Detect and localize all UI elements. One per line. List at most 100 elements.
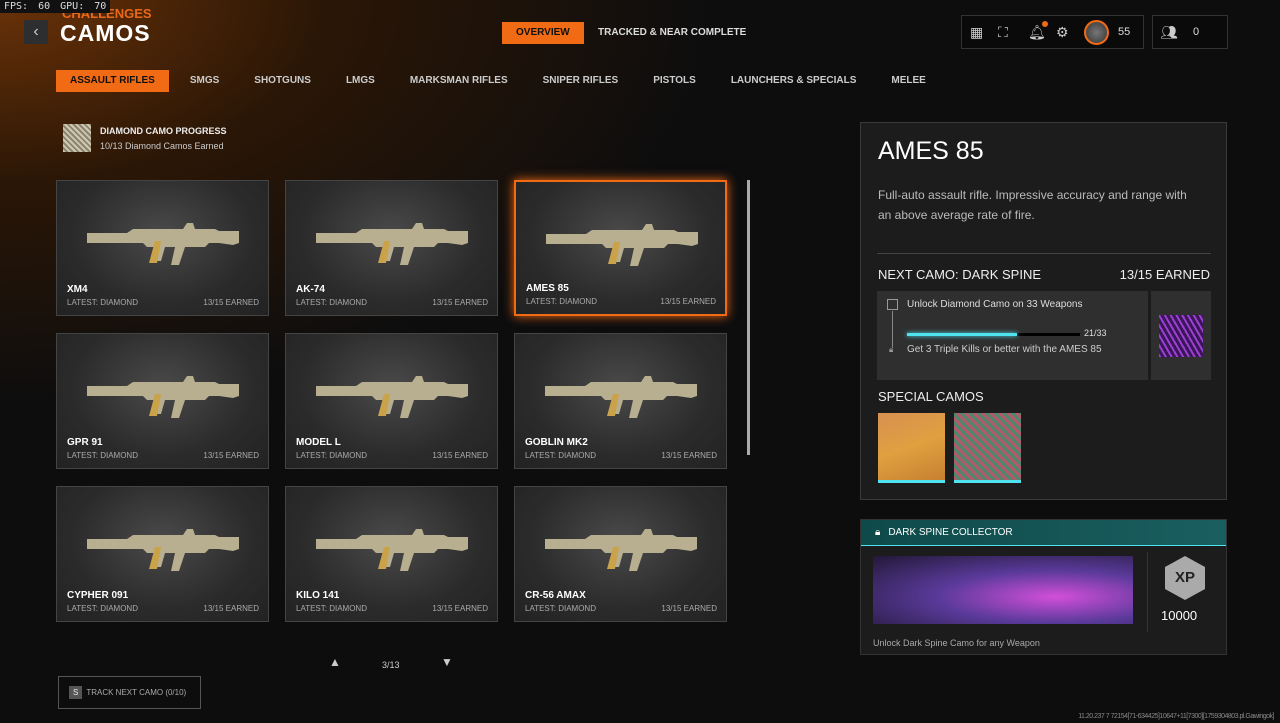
weapon-image [546,224,698,266]
weapon-card[interactable]: XM4 LATEST: DIAMOND 13/15 EARNED [56,180,269,316]
weapon-card-name: CR-56 AMAX [525,590,586,601]
track-label: TRACK NEXT CAMO (0/10) [86,688,187,697]
party-box[interactable]: 👥︎ 0 [1152,15,1228,49]
weapon-card-latest: LATEST: DIAMOND [67,604,138,613]
special-camo-1[interactable] [878,413,945,483]
progress-text: 21/33 [1084,328,1107,338]
weapon-card-name: AMES 85 [526,283,569,294]
category-tab[interactable]: SHOTGUNS [240,70,325,92]
weapon-card-earned: 13/15 EARNED [661,451,717,460]
key-hint: S [69,686,83,699]
weapon-card[interactable]: MODEL L LATEST: DIAMOND 13/15 EARNED [285,333,498,469]
weapon-card-earned: 13/15 EARNED [203,604,259,613]
scrollbar[interactable] [747,180,750,455]
party-icon: 👥︎ [1160,24,1178,40]
page-title: CAMOS [60,20,151,46]
track-next-camo-button[interactable]: S TRACK NEXT CAMO (0/10) [58,676,201,709]
lock-icon: 🔒︎ [875,527,881,538]
weapon-name: AMES 85 [878,137,984,165]
dark-spine-banner [873,556,1133,624]
notification-dot [1042,21,1048,27]
weapon-card-latest: LATEST: DIAMOND [296,451,367,460]
xp-reward: 10000 [1161,608,1198,623]
weapon-card-latest: LATEST: DIAMOND [296,298,367,307]
back-button[interactable]: ‹ [24,20,48,44]
page-indicator: 3/13 [382,660,400,670]
grid-icon[interactable]: ▦ [970,24,983,41]
weapon-card-latest: LATEST: DIAMOND [67,298,138,307]
challenge-box: 🔒︎ Unlock Diamond Camo on 33 Weapons 21/… [877,291,1148,380]
category-tab[interactable]: LAUNCHERS & SPECIALS [717,70,871,92]
tab-overview[interactable]: OVERVIEW [502,22,584,44]
special-camo-2[interactable] [954,413,1021,483]
weapon-card[interactable]: GPR 91 LATEST: DIAMOND 13/15 EARNED [56,333,269,469]
xp-icon: XP [1165,556,1205,600]
weapon-card[interactable]: CR-56 AMAX LATEST: DIAMOND 13/15 EARNED [514,486,727,622]
perf-overlay: FPS: 60 GPU: 70 [0,0,111,13]
weapon-card-latest: LATEST: DIAMOND [526,297,597,306]
weapon-card-earned: 13/15 EARNED [203,451,259,460]
next-challenge-text: Get 3 Triple Kills or better with the AM… [907,344,1102,355]
diamond-subtitle: 10/13 Diamond Camos Earned [100,141,224,151]
diamond-camo-swatch [63,124,91,152]
category-tab[interactable]: SNIPER RIFLES [529,70,633,92]
header-toolbar: ▦ ⛶ 🔔︎ ⚙ 55 [961,15,1144,49]
dark-spine-swatch [1159,315,1203,357]
weapon-card[interactable]: AMES 85 LATEST: DIAMOND 13/15 EARNED [514,180,727,316]
diamond-title: DIAMOND CAMO PROGRESS [100,126,227,136]
gpu-label: GPU: [60,1,85,12]
page-down-button[interactable]: ▼ [441,655,453,669]
category-tab[interactable]: LMGS [332,70,389,92]
gear-icon[interactable]: ⚙ [1056,24,1069,41]
special-camos-title: SPECIAL CAMOS [878,389,984,404]
lock-icon: 🔒︎ [889,345,894,354]
category-tab[interactable]: MELEE [877,70,939,92]
category-tab[interactable]: SMGS [176,70,233,92]
avatar[interactable] [1084,20,1109,45]
challenge-text: Unlock Diamond Camo on 33 Weapons [907,299,1083,310]
weapon-card-name: XM4 [67,284,88,295]
category-tab[interactable]: MARKSMAN RIFLES [396,70,522,92]
next-camo-earned: 13/15 EARNED [1119,267,1210,282]
party-count: 0 [1193,26,1200,38]
weapon-card-earned: 13/15 EARNED [432,604,488,613]
weapon-card-name: AK-74 [296,284,325,295]
map-icon[interactable]: ⛶ [998,24,1008,41]
fps-label: FPS: [4,1,29,12]
category-tab[interactable]: ASSAULT RIFLES [56,70,169,92]
weapon-card-earned: 13/15 EARNED [432,451,488,460]
weapon-card-latest: LATEST: DIAMOND [67,451,138,460]
connector [892,311,893,348]
weapon-image [87,529,239,571]
divider [877,253,1211,254]
weapon-image [545,376,697,418]
weapon-card-earned: 13/15 EARNED [432,298,488,307]
next-camo-title: NEXT CAMO: DARK SPINE [878,267,1042,282]
page-up-button[interactable]: ▲ [329,655,341,669]
tab-tracked[interactable]: TRACKED & NEAR COMPLETE [584,22,760,44]
weapon-card-earned: 13/15 EARNED [660,297,716,306]
weapon-description: Full-auto assault rifle. Impressive accu… [878,188,1187,222]
player-level: 55 [1118,26,1131,38]
progress-bar [907,333,1080,336]
weapon-card[interactable]: GOBLIN MK2 LATEST: DIAMOND 13/15 EARNED [514,333,727,469]
weapon-card-earned: 13/15 EARNED [661,604,717,613]
collector-description: Unlock Dark Spine Camo for any Weapon [873,638,1040,648]
weapon-card-latest: LATEST: DIAMOND [525,451,596,460]
weapon-card-name: CYPHER 091 [67,590,129,601]
weapon-card-name: GOBLIN MK2 [525,437,588,448]
weapon-card[interactable]: AK-74 LATEST: DIAMOND 13/15 EARNED [285,180,498,316]
camo-preview-box [1151,291,1211,380]
weapon-card-latest: LATEST: DIAMOND [296,604,367,613]
weapon-card[interactable]: KILO 141 LATEST: DIAMOND 13/15 EARNED [285,486,498,622]
weapon-card[interactable]: CYPHER 091 LATEST: DIAMOND 13/15 EARNED [56,486,269,622]
weapon-card-earned: 13/15 EARNED [203,298,259,307]
divider [1147,552,1148,632]
build-id: 11.20.237 7 72154[71-634425]10647+11[730… [1078,713,1274,720]
weapon-image [545,529,697,571]
challenge-checkbox[interactable] [887,299,898,310]
fps-value: 60 [38,1,51,12]
category-tab[interactable]: PISTOLS [639,70,710,92]
weapon-detail-panel: AMES 85 Full-auto assault rifle. Impress… [860,122,1227,500]
weapon-image [316,529,468,571]
